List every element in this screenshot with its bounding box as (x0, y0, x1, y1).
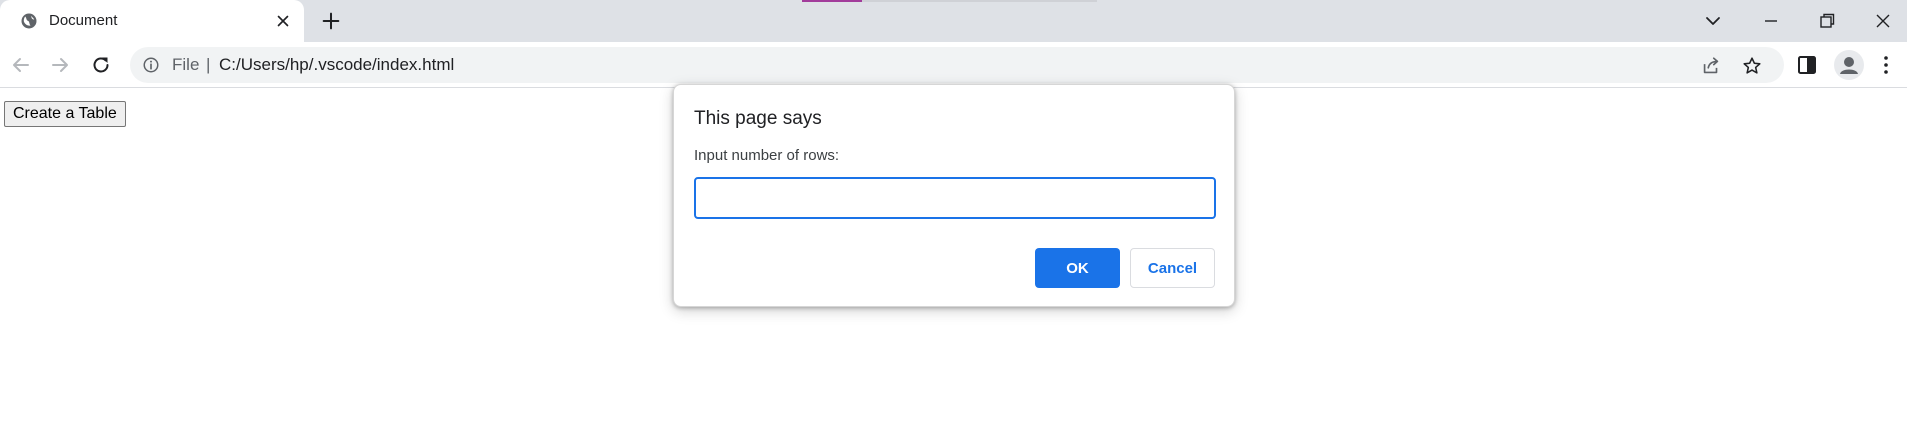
dialog-title: This page says (694, 108, 822, 129)
side-panel-icon[interactable] (1795, 53, 1819, 77)
ok-button[interactable]: OK (1035, 248, 1120, 288)
dialog-message: Input number of rows: (694, 147, 840, 164)
tab-strip-accent-faint (862, 0, 1097, 2)
url-text[interactable]: C:/Users/hp/.vscode/index.html (219, 55, 454, 75)
cancel-button[interactable]: Cancel (1130, 248, 1215, 288)
kebab-menu-icon[interactable] (1874, 53, 1898, 77)
profile-icon (1840, 57, 1858, 74)
forward-arrow-icon[interactable] (48, 53, 72, 77)
scheme-separator: | (206, 55, 211, 74)
rows-input[interactable] (694, 177, 1216, 219)
globe-icon (21, 13, 37, 29)
create-table-button[interactable]: Create a Table (4, 101, 126, 127)
tab-search-chevron-down-icon[interactable] (1701, 9, 1725, 33)
new-tab-plus-icon[interactable] (320, 10, 342, 32)
profile-avatar[interactable] (1834, 50, 1864, 80)
share-icon[interactable] (1700, 55, 1722, 77)
info-icon[interactable] (142, 56, 160, 74)
restore-icon[interactable] (1815, 9, 1839, 33)
close-icon[interactable] (274, 12, 292, 30)
scheme-label: File (172, 55, 200, 74)
address-bar[interactable]: File | C:/Users/hp/.vscode/index.html (130, 47, 1784, 83)
minimize-icon[interactable] (1759, 9, 1783, 33)
tab-strip: Document (0, 0, 1907, 42)
tab-title: Document (49, 12, 118, 29)
window-close-icon[interactable] (1871, 9, 1895, 33)
prompt-dialog: This page says Input number of rows: OK … (673, 84, 1235, 307)
reload-icon[interactable] (89, 53, 113, 77)
browser-toolbar: File | C:/Users/hp/.vscode/index.html (0, 42, 1907, 88)
bookmark-star-icon[interactable] (1741, 55, 1763, 77)
tab-document[interactable]: Document (0, 0, 304, 42)
back-arrow-icon[interactable] (9, 53, 33, 77)
tab-strip-accent (802, 0, 862, 2)
